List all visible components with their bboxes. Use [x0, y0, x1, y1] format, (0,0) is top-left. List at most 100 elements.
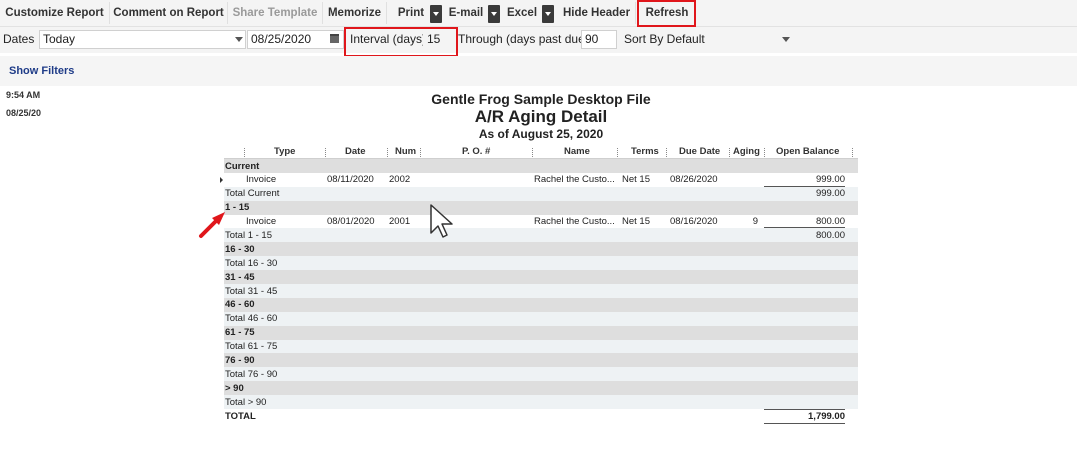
sort-by-select[interactable]: Sort By Default	[620, 30, 794, 49]
report-date: 08/25/20	[6, 108, 42, 118]
column-header-type[interactable]: Type	[274, 146, 295, 157]
annotation-arrow-icon	[199, 212, 225, 238]
report-time: 9:54 AM	[6, 90, 41, 100]
company-name: Gentle Frog Sample Desktop File	[431, 91, 651, 107]
through-days-field[interactable]: 90	[581, 30, 617, 49]
memorize-button[interactable]: Memorize	[323, 2, 387, 24]
aging-bucket-label: 61 - 75	[225, 327, 255, 339]
aging-bucket-header: 31 - 45	[224, 270, 858, 285]
total-label: Total 76 - 90	[225, 368, 278, 380]
share-template-button[interactable]: Share Template	[228, 2, 323, 24]
refresh-button[interactable]: Refresh	[640, 2, 694, 24]
column-resize-handle[interactable]	[244, 148, 246, 157]
filter-strip: Show Filters	[0, 56, 1077, 86]
report-as-of: As of August 25, 2020	[478, 127, 604, 141]
email-dropdown-icon[interactable]	[488, 5, 500, 23]
print-dropdown-icon[interactable]	[430, 5, 442, 23]
print-button[interactable]: Print	[391, 2, 431, 24]
aging-bucket-label: Current	[225, 160, 260, 172]
subtotal-row: Total 1 - 15 800.00	[224, 228, 858, 243]
show-filters-link[interactable]: Show Filters	[9, 65, 74, 77]
grand-total-double-rule	[764, 422, 845, 424]
mouse-cursor-icon	[430, 204, 453, 238]
table-row[interactable]: Invoice 08/01/2020 2001 Rachel the Custo...…	[224, 214, 858, 229]
cell-aging: 9	[752, 216, 758, 228]
subtotal-row: Total 61 - 75	[224, 339, 858, 354]
cell-date: 08/11/2020	[327, 174, 374, 186]
aging-bucket-header: 1 - 15	[224, 200, 858, 215]
customize-report-button[interactable]: Customize Report	[0, 2, 110, 24]
aging-bucket-header: 61 - 75	[224, 325, 858, 340]
table-row[interactable]: Invoice 08/11/2020 2002 Rachel the Custo...…	[220, 172, 858, 187]
email-button[interactable]: E-mail	[444, 2, 488, 24]
excel-dropdown-icon[interactable]	[542, 5, 554, 23]
calendar-icon[interactable]	[330, 34, 339, 43]
excel-button[interactable]: Excel	[502, 2, 542, 24]
aging-bucket-header: Current	[224, 159, 858, 173]
cell-due: 08/26/2020	[670, 174, 718, 186]
column-resize-handle[interactable]	[852, 148, 854, 157]
interval-label: Interval (days)	[350, 32, 427, 46]
aging-bucket-label: 1 - 15	[225, 202, 250, 214]
cell-date: 08/01/2020	[327, 216, 375, 228]
subtotal-row: Total 46 - 60	[224, 311, 858, 326]
total-balance: 1,799.00	[808, 410, 845, 422]
interval-field[interactable]: 15	[423, 30, 455, 49]
subtotal-row: Total Current 999.00	[224, 186, 858, 201]
cell-type: Invoice	[246, 174, 277, 186]
total-label: Total 31 - 45	[225, 285, 278, 297]
column-header-name[interactable]: Name	[564, 146, 590, 157]
report-title: A/R Aging Detail	[474, 107, 608, 126]
column-resize-handle[interactable]	[764, 148, 766, 157]
aging-bucket-label: 46 - 60	[225, 299, 255, 311]
through-label: Through (days past due)	[458, 32, 589, 46]
subtotal-row: Total > 90	[224, 395, 858, 410]
report-rows: Current Invoice 08/11/2020 2002 Rachel the C…	[220, 159, 858, 424]
dates-select[interactable]: Today	[39, 30, 246, 49]
subtotal-row: Total 76 - 90	[224, 367, 858, 382]
column-header-due-date[interactable]: Due Date	[679, 146, 720, 157]
cell-due: 08/16/2020	[670, 216, 718, 228]
cell-balance: 800.00	[815, 216, 845, 228]
comment-on-report-button[interactable]: Comment on Report	[110, 2, 228, 24]
total-balance: 999.00	[815, 188, 845, 200]
total-label: TOTAL	[225, 410, 256, 422]
column-header-terms[interactable]: Terms	[631, 146, 659, 157]
grand-total-row: TOTAL 1,799.00	[224, 409, 858, 424]
total-label: Total 16 - 30	[225, 257, 278, 269]
report-toolbar: Customize Report Comment on Report Share…	[0, 0, 1077, 27]
cell-name: Rachel the Custo...	[534, 174, 615, 186]
column-resize-handle[interactable]	[532, 148, 534, 157]
column-resize-handle[interactable]	[387, 148, 389, 157]
column-resize-handle[interactable]	[729, 148, 731, 157]
total-label: Total 46 - 60	[225, 313, 278, 325]
column-header-open-balance[interactable]: Open Balance	[776, 146, 839, 157]
grand-total-rule	[764, 409, 845, 411]
cell-balance: 999.00	[815, 174, 845, 186]
report-filter-bar: Dates Today 08/25/2020 Interval (days) 1…	[0, 27, 1077, 53]
total-balance: 800.00	[815, 229, 845, 241]
report-table: Type Date Num P. O. # Name Terms Due Dat…	[220, 145, 858, 424]
column-header-po[interactable]: P. O. #	[462, 146, 490, 157]
column-resize-handle[interactable]	[325, 148, 327, 157]
column-header-aging[interactable]: Aging	[733, 146, 760, 157]
column-resize-handle[interactable]	[420, 148, 422, 157]
total-label: Total > 90	[225, 396, 267, 408]
column-header-row: Type Date Num P. O. # Name Terms Due Dat…	[224, 145, 858, 159]
cell-terms: Net 15	[622, 174, 650, 186]
sort-dropdown-icon[interactable]	[782, 37, 790, 42]
column-header-num[interactable]: Num	[395, 146, 416, 157]
aging-bucket-label: 31 - 45	[225, 271, 255, 283]
aging-bucket-label: > 90	[225, 382, 244, 394]
column-resize-handle[interactable]	[617, 148, 619, 157]
hide-header-button[interactable]: Hide Header	[558, 2, 636, 24]
aging-bucket-label: 16 - 30	[225, 243, 255, 255]
cell-name: Rachel the Custo...	[534, 216, 615, 228]
column-resize-handle[interactable]	[666, 148, 668, 157]
subtotal-row: Total 31 - 45	[224, 284, 858, 298]
dates-label: Dates	[3, 32, 35, 46]
dates-dropdown-icon[interactable]	[235, 37, 243, 42]
column-header-date[interactable]: Date	[345, 146, 366, 157]
cell-type: Invoice	[246, 216, 277, 228]
cell-num: 2002	[389, 174, 411, 186]
